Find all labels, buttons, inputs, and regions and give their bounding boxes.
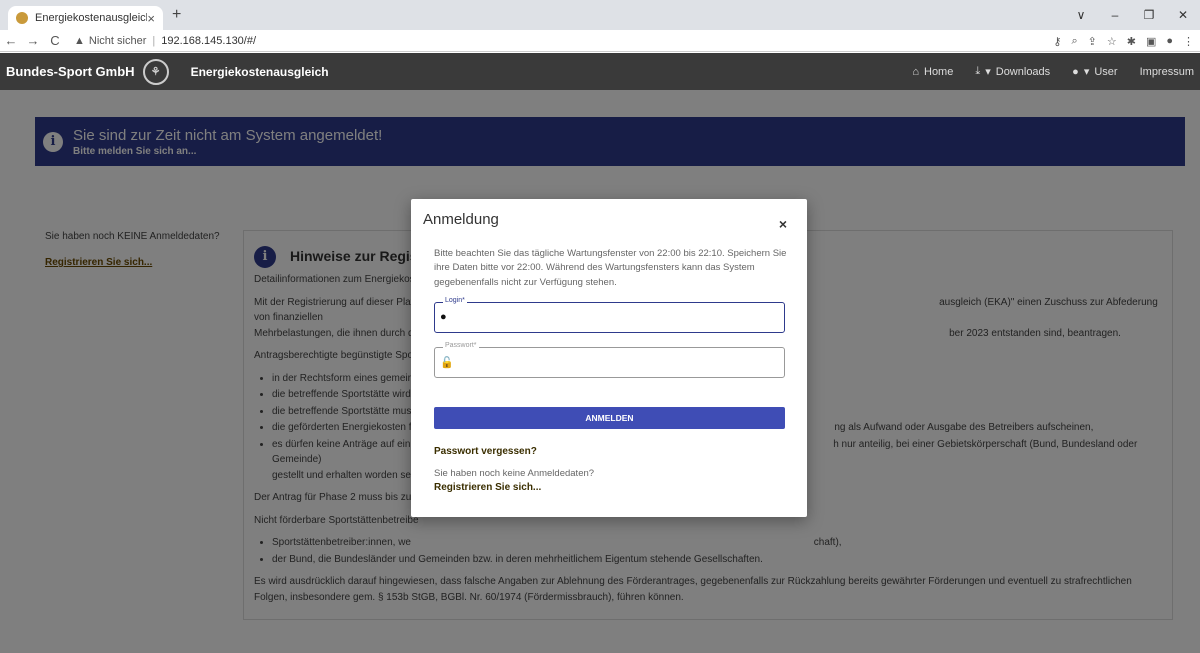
restore-button[interactable]: ❐: [1132, 8, 1166, 22]
warning-icon: ▲: [74, 34, 85, 47]
nav-home-label: Home: [924, 65, 954, 78]
brand[interactable]: Bundes-Sport GmbH ⚘: [0, 58, 169, 85]
unlock-icon: 🔓: [440, 357, 454, 369]
close-window-button[interactable]: ✕: [1166, 8, 1200, 22]
modal-title: Anmeldung: [423, 211, 499, 228]
home-icon: ⌂: [912, 65, 919, 78]
login-field[interactable]: Login* ●: [434, 297, 785, 333]
close-icon[interactable]: ×: [779, 216, 787, 232]
tab-search-icon[interactable]: ∨: [1064, 8, 1098, 22]
brand-name: Bundes-Sport GmbH: [6, 64, 135, 79]
profile-icon[interactable]: ●: [1166, 35, 1173, 47]
nav-user-label: User: [1094, 65, 1118, 78]
url-separator: |: [152, 34, 156, 47]
password-field[interactable]: Passwort* 🔓: [434, 342, 785, 378]
caret-down-icon: ▾: [1083, 66, 1090, 78]
login-label: Login*: [443, 297, 467, 304]
address-bar: ← → C ▲ Nicht sicher | 192.168.145.130/#…: [0, 30, 1200, 52]
forgot-password-link[interactable]: Passwort vergessen?: [434, 446, 537, 457]
caret-down-icon: ▾: [985, 66, 991, 78]
download-icon: ⤓: [975, 65, 981, 77]
tab-close-icon[interactable]: ×: [147, 11, 155, 26]
user-icon: ●: [1072, 65, 1079, 78]
login-input[interactable]: [459, 308, 779, 328]
nav-user[interactable]: ● ▾ User: [1072, 65, 1118, 79]
minimize-button[interactable]: –: [1098, 8, 1132, 22]
nav-home[interactable]: ⌂ Home: [912, 66, 953, 78]
logo-icon: ⚘: [142, 58, 169, 85]
app-header: Bundes-Sport GmbH ⚘ Energiekostenausglei…: [0, 53, 1200, 90]
register-link[interactable]: Registrieren Sie sich...: [434, 482, 541, 493]
no-credentials-text: Sie haben noch keine Anmeldedaten?: [434, 468, 595, 479]
share-icon[interactable]: ⇪: [1088, 35, 1097, 48]
nav-impressum[interactable]: Impressum: [1140, 66, 1194, 78]
forward-icon[interactable]: →: [22, 33, 44, 48]
back-icon[interactable]: ←: [0, 33, 22, 48]
browser-tab-bar: Energiekostenausgleich × + ∨ – ❐ ✕: [0, 0, 1200, 30]
url-field[interactable]: ▲ Nicht sicher | 192.168.145.130/#/: [74, 35, 256, 47]
browser-tab[interactable]: Energiekostenausgleich ×: [8, 6, 163, 30]
tab-title: Energiekostenausgleich: [35, 12, 148, 24]
window-controls: ∨ – ❐ ✕: [1064, 0, 1200, 30]
login-modal: Anmeldung × Bitte beachten Sie das tägli…: [411, 199, 807, 517]
favicon-icon: [16, 12, 28, 24]
reload-icon[interactable]: C: [44, 33, 66, 48]
user-icon: ●: [440, 311, 447, 323]
url-text: 192.168.145.130/#/: [161, 34, 257, 47]
password-label: Passwort*: [443, 342, 479, 349]
menu-icon[interactable]: ⋮: [1183, 35, 1194, 48]
key-icon[interactable]: ⚷: [1053, 35, 1061, 48]
app-title: Energiekostenausgleich: [190, 64, 329, 79]
security-label: Nicht sicher: [88, 34, 147, 47]
login-button[interactable]: ANMELDEN: [434, 407, 785, 429]
star-icon[interactable]: ☆: [1107, 35, 1117, 48]
password-input[interactable]: [459, 353, 779, 373]
nav-downloads[interactable]: ⤓ ▾ Downloads: [975, 65, 1050, 78]
nav-downloads-label: Downloads: [995, 65, 1051, 78]
new-tab-button[interactable]: +: [172, 6, 181, 24]
maintenance-info: Bitte beachten Sie das tägliche Wartungs…: [434, 248, 787, 288]
top-nav: ⌂ Home ⤓ ▾ Downloads ● ▾ User Impressum: [912, 53, 1194, 90]
extensions-icon[interactable]: ✱: [1127, 35, 1136, 48]
zoom-icon[interactable]: ⌕: [1071, 35, 1077, 48]
browser-toolbar-icons: ⚷ ⌕ ⇪ ☆ ✱ ▣ ● ⋮: [1053, 30, 1194, 52]
sidepanel-icon[interactable]: ▣: [1146, 35, 1156, 48]
